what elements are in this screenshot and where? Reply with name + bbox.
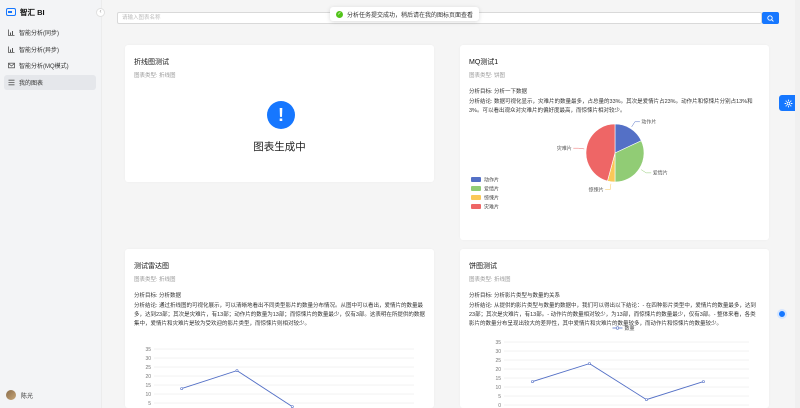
y-tick-label: 0: [498, 403, 501, 407]
pie-label-line: [631, 121, 640, 127]
sidebar-item-my-charts[interactable]: 我的图表: [4, 74, 96, 90]
sidebar-item-analysis-async[interactable]: 智能分析(异步): [4, 42, 96, 57]
card-chart-type: 图表类型: 折线图: [134, 73, 176, 79]
sidebar-item-label: 智能分析(同步): [19, 31, 59, 37]
exclamation-icon: !: [267, 101, 295, 129]
card-conclusion: 分析结论: 通过折线图的可视化展示，可以清晰地看出不同类型影片的数量分布情况。从…: [134, 303, 425, 327]
y-tick-label: 35: [495, 340, 501, 346]
card-title: MQ测试1: [469, 59, 499, 66]
y-tick-label: 30: [145, 356, 151, 362]
pie-label: 爱情片: [653, 170, 668, 177]
sidebar-item-analysis-mq[interactable]: 智能分析(MQ模式): [4, 58, 96, 73]
pie-label-line: [573, 147, 585, 150]
sidebar-item-label: 我的图表: [19, 80, 44, 87]
sidebar-item-analysis-sync[interactable]: 智能分析(同步): [4, 25, 96, 40]
y-tick-label: 20: [495, 367, 501, 373]
search-button[interactable]: [762, 12, 779, 24]
brand[interactable]: 智汇 BI: [6, 6, 45, 18]
pie-label: 动作片: [641, 119, 656, 126]
sidebar-menu: 智能分析(同步) 智能分析(异步) 智能分析(MQ模式) 我的图表: [4, 25, 96, 91]
gear-icon: [784, 99, 792, 107]
list-icon: [8, 79, 15, 86]
check-circle-icon: ✓: [336, 10, 343, 18]
pie-label: 惊悚片: [589, 186, 604, 193]
chart-card: 测试雷达图 图表类型: 折线图 分析目标: 分析数据 分析结论: 通过折线图的可…: [125, 249, 434, 408]
pie-chart: 动作片爱情片惊悚片灾难片动作片爱情片惊悚片灾难片: [471, 119, 668, 210]
y-tick-label: 5: [148, 401, 151, 407]
chart-card: 折线图测试 图表类型: 折线图 ! 图表生成中: [125, 45, 434, 182]
chart-card: MQ测试1 图表类型: 饼图 分析目标: 分析一下数据 分析结论: 数据可视化显…: [460, 45, 769, 240]
card-goal: 分析目标: 分析影片类型与数量的关系: [469, 293, 561, 299]
y-tick-label: 30: [495, 349, 501, 355]
logo-icon: [6, 8, 16, 16]
y-tick-label: 5: [498, 394, 501, 400]
data-point[interactable]: [235, 369, 239, 373]
y-tick-label: 15: [145, 383, 151, 389]
legend-swatch[interactable]: [471, 204, 481, 209]
data-point[interactable]: [531, 380, 534, 384]
sidebar-item-label: 智能分析(MQ模式): [19, 64, 69, 70]
success-toast: ✓ 分析任务提交成功，稍后请在我的图标页面查看: [330, 7, 480, 21]
sidebar: 智汇 BI 智能分析(同步) 智能分析(异步) 智能分析(MQ模式) 我的图表: [0, 0, 102, 408]
collapse-sidebar-button[interactable]: ‹: [96, 8, 105, 17]
data-point[interactable]: [588, 362, 591, 366]
legend-swatch[interactable]: [471, 195, 481, 200]
user-name: 陈光: [21, 393, 34, 400]
line-chart: 35302520151050: [145, 347, 414, 408]
data-point[interactable]: [702, 380, 705, 384]
card-title: 饼图测试: [469, 263, 497, 270]
legend-label[interactable]: 动作片: [484, 176, 499, 183]
toast-message: 分析任务提交成功，稍后请在我的图标页面查看: [347, 12, 474, 19]
card-chart-type: 图表类型: 饼图: [469, 73, 506, 79]
float-action-button[interactable]: [777, 309, 787, 319]
legend-label[interactable]: 惊悚片: [484, 194, 499, 201]
mail-icon: [8, 62, 15, 69]
card-chart-type: 图表类型: 折线图: [134, 277, 176, 283]
y-tick-label: 10: [145, 392, 151, 398]
legend-swatch[interactable]: [471, 177, 481, 182]
avatar: [6, 390, 16, 400]
bar-chart-icon: [8, 29, 15, 36]
y-tick-label: 25: [145, 365, 151, 371]
card-goal: 分析目标: 分析一下数据: [469, 89, 528, 95]
legend-swatch[interactable]: [471, 186, 481, 191]
line-chart: 35 30 25 20 15 10 5 0 数量: [495, 325, 749, 407]
legend-label[interactable]: 爱情片: [484, 185, 499, 192]
card-title: 折线图测试: [134, 59, 169, 66]
pie-label-line: [641, 169, 652, 174]
legend-marker: [615, 326, 620, 330]
y-tick-label: 15: [495, 376, 501, 382]
card-goal: 分析目标: 分析数据: [134, 293, 182, 299]
data-point[interactable]: [645, 398, 648, 402]
card-chart-type: 图表类型: 折线图: [469, 277, 511, 283]
scrollbar[interactable]: [795, 0, 800, 408]
legend-label[interactable]: 数量: [625, 325, 635, 332]
sidebar-item-label: 智能分析(异步): [19, 47, 59, 54]
y-tick-label: 20: [145, 374, 151, 380]
card-title: 测试雷达图: [134, 263, 169, 270]
pie-label: 灾难片: [557, 145, 572, 152]
chart-card: 饼图测试 图表类型: 折线图 分析目标: 分析影片类型与数量的关系 分析结论: …: [460, 249, 769, 408]
y-tick-label: 25: [495, 358, 501, 364]
bar-chart-icon: [8, 46, 15, 53]
y-tick-label: 10: [495, 385, 501, 391]
legend-label[interactable]: 灾难片: [484, 203, 499, 210]
user-profile[interactable]: 陈光: [6, 390, 33, 400]
generating-status: 图表生成中: [253, 141, 306, 153]
app-title: 智汇 BI: [20, 7, 45, 17]
pie-label-line: [605, 183, 612, 190]
data-point[interactable]: [290, 405, 294, 408]
y-tick-label: 35: [145, 347, 151, 353]
data-point[interactable]: [180, 387, 184, 391]
search-icon: [767, 14, 774, 22]
